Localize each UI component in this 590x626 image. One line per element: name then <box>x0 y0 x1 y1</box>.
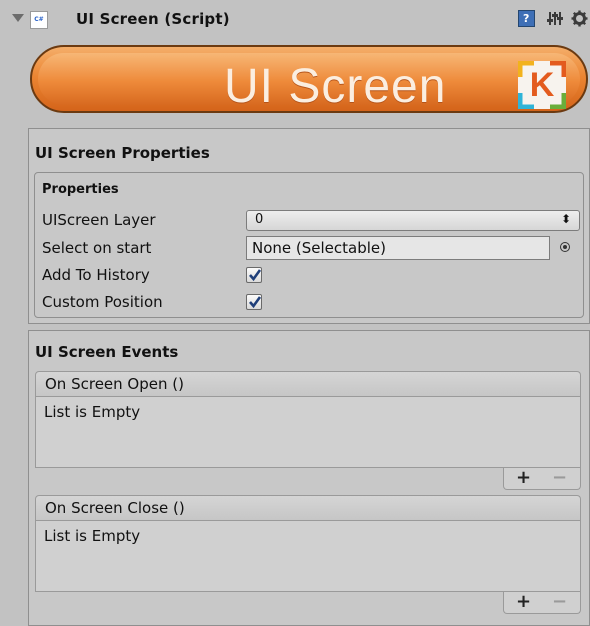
remove-listener-button[interactable]: − <box>552 591 567 612</box>
select-on-start-label: Select on start <box>42 239 152 257</box>
event-name: On Screen Close () <box>45 499 185 517</box>
inspector-panel: C# UI Screen (Script) ? UI Screen K UI S… <box>0 0 590 626</box>
event-list-close[interactable]: List is Empty <box>35 520 581 592</box>
header-banner: UI Screen K <box>30 45 588 113</box>
add-listener-button[interactable]: + <box>516 467 531 488</box>
properties-group-title: Properties <box>42 182 119 197</box>
event-footer-close: + − <box>503 591 581 614</box>
remove-listener-button[interactable]: − <box>552 467 567 488</box>
event-header-close: On Screen Close () <box>35 495 581 520</box>
custom-position-checkbox[interactable] <box>246 294 262 310</box>
add-listener-button[interactable]: + <box>516 591 531 612</box>
logo-letter: K <box>529 66 555 104</box>
banner-inner: UI Screen K <box>38 53 580 113</box>
triangle-down-icon[interactable] <box>12 14 24 22</box>
cs-script-icon: C# <box>30 11 48 29</box>
event-empty-text: List is Empty <box>44 527 141 545</box>
brand-logo: K <box>518 61 566 109</box>
add-to-history-checkbox[interactable] <box>246 267 262 283</box>
event-footer-open: + − <box>503 467 581 490</box>
event-empty-text: List is Empty <box>44 403 141 421</box>
custom-position-label: Custom Position <box>42 293 163 311</box>
dropdown-arrow-icon: ⬍ <box>560 212 571 226</box>
properties-section-title: UI Screen Properties <box>35 144 210 162</box>
layer-value: 0 <box>255 212 264 227</box>
component-header[interactable]: C# UI Screen (Script) ? <box>0 0 590 40</box>
event-list-open[interactable]: List is Empty <box>35 396 581 468</box>
event-name: On Screen Open () <box>45 375 184 393</box>
event-header-open: On Screen Open () <box>35 371 581 396</box>
select-on-start-value: None (Selectable) <box>252 239 386 257</box>
gear-icon[interactable] <box>571 10 588 27</box>
add-to-history-label: Add To History <box>42 266 150 284</box>
banner-title: UI Screen <box>224 60 447 113</box>
sliders-icon[interactable] <box>547 10 564 27</box>
component-title: UI Screen (Script) <box>76 10 230 28</box>
events-section-title: UI Screen Events <box>35 343 179 361</box>
select-on-start-field[interactable]: None (Selectable) <box>246 236 550 260</box>
layer-label: UIScreen Layer <box>42 211 156 229</box>
object-picker-icon[interactable] <box>560 242 570 252</box>
layer-dropdown[interactable]: 0 ⬍ <box>246 210 580 231</box>
help-book-icon[interactable]: ? <box>518 10 535 27</box>
